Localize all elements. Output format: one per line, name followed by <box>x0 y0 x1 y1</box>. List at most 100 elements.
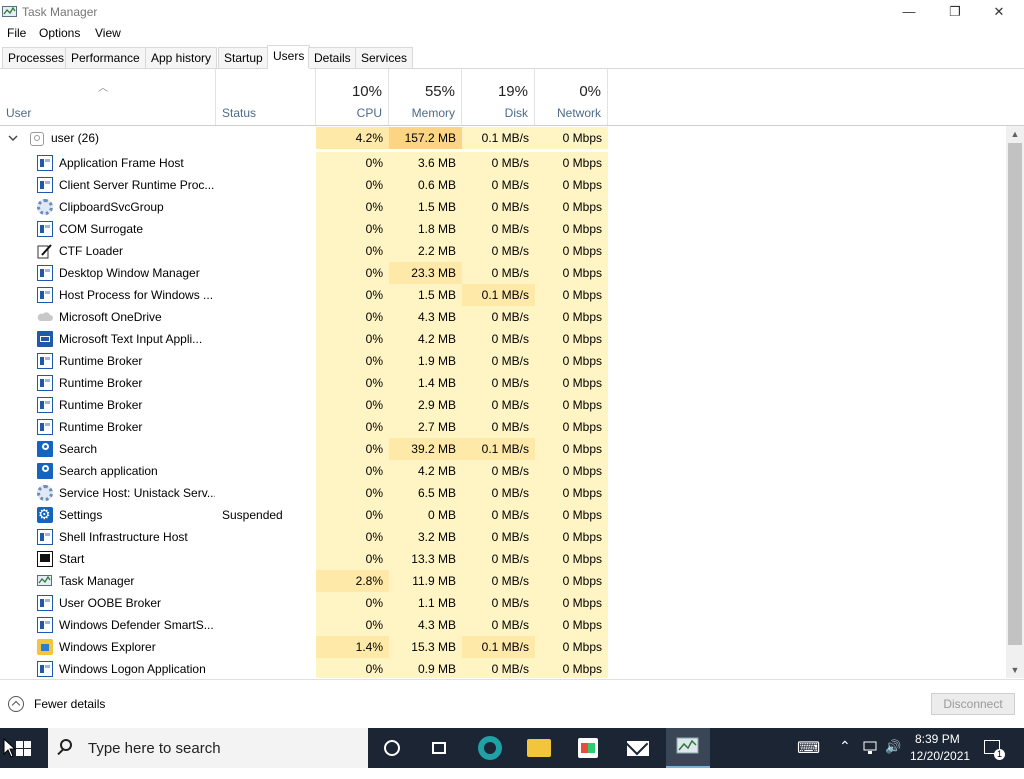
scroll-up-icon[interactable]: ▲ <box>1006 126 1024 142</box>
process-status <box>222 218 312 240</box>
process-row[interactable]: User OOBE Broker 0% 1.1 MB 0 MB/s 0 Mbps <box>0 592 1006 614</box>
mail-icon[interactable] <box>627 741 649 756</box>
process-disk: 0 MB/s <box>462 482 535 504</box>
scroll-down-icon[interactable]: ▼ <box>1006 662 1024 678</box>
fewer-details-link[interactable]: Fewer details <box>34 697 105 711</box>
process-name: ClipboardSvcGroup <box>59 200 164 214</box>
column-memory[interactable]: 55% Memory <box>389 69 462 125</box>
process-name: Windows Explorer <box>59 640 156 654</box>
process-cpu: 0% <box>316 196 389 218</box>
process-cpu: 0% <box>316 548 389 570</box>
process-window-icon <box>37 617 53 633</box>
process-folder-icon <box>37 639 53 655</box>
close-button[interactable]: ✕ <box>976 0 1022 24</box>
process-row[interactable]: Windows Logon Application 0% 0.9 MB 0 MB/s 0… <box>0 658 1006 678</box>
scroll-thumb[interactable] <box>1008 143 1022 645</box>
chevron-down-icon[interactable] <box>8 127 20 152</box>
process-window-icon <box>37 221 53 237</box>
process-row[interactable]: Runtime Broker 0% 1.4 MB 0 MB/s 0 Mbps <box>0 372 1006 394</box>
minimize-button[interactable]: — <box>886 0 932 24</box>
process-row[interactable]: Microsoft Text Input Appli... 0% 4.2 MB 0 M… <box>0 328 1006 350</box>
process-gear-icon <box>37 485 53 501</box>
process-disk: 0 MB/s <box>462 152 535 174</box>
chevron-up-circle-icon[interactable] <box>8 696 24 712</box>
clock-time[interactable]: 8:39 PM <box>915 732 960 746</box>
process-window-icon <box>37 529 53 545</box>
process-network: 0 Mbps <box>535 372 608 394</box>
process-row[interactable]: Search 0% 39.2 MB 0.1 MB/s 0 Mbps <box>0 438 1006 460</box>
process-row[interactable]: ClipboardSvcGroup 0% 1.5 MB 0 MB/s 0 Mbps <box>0 196 1006 218</box>
user-memory: 157.2 MB <box>389 127 462 149</box>
tab-services[interactable]: Services <box>355 47 414 68</box>
user-cpu: 4.2% <box>316 127 389 149</box>
process-row[interactable]: CTF Loader 0% 2.2 MB 0 MB/s 0 Mbps <box>0 240 1006 262</box>
process-row[interactable]: Microsoft OneDrive 0% 4.3 MB 0 MB/s 0 Mbps <box>0 306 1006 328</box>
edge-browser-icon[interactable] <box>478 736 502 760</box>
process-disk: 0 MB/s <box>462 548 535 570</box>
memory-total-percent: 55% <box>424 83 455 100</box>
keyboard-icon[interactable]: ⌨ <box>797 738 820 778</box>
tab-app-history[interactable]: App history <box>145 47 218 68</box>
clock-date[interactable]: 12/20/2021 <box>910 749 970 763</box>
process-status <box>222 306 312 328</box>
microsoft-store-icon[interactable] <box>578 738 598 758</box>
process-disk: 0 MB/s <box>462 174 535 196</box>
taskbar-search-box[interactable]: Type here to search <box>48 728 368 768</box>
disconnect-button[interactable]: Disconnect <box>931 693 1015 715</box>
process-network: 0 Mbps <box>535 416 608 438</box>
process-row[interactable]: Runtime Broker 0% 2.7 MB 0 MB/s 0 Mbps <box>0 416 1006 438</box>
process-row[interactable]: Start 0% 13.3 MB 0 MB/s 0 Mbps <box>0 548 1006 570</box>
process-row[interactable]: Runtime Broker 0% 1.9 MB 0 MB/s 0 Mbps <box>0 350 1006 372</box>
process-row[interactable]: Application Frame Host 0% 3.6 MB 0 MB/s 0 Mb… <box>0 152 1006 174</box>
process-row[interactable]: Windows Defender SmartS... 0% 4.3 MB 0 MB/s… <box>0 614 1006 636</box>
process-row[interactable]: COM Surrogate 0% 1.8 MB 0 MB/s 0 Mbps <box>0 218 1006 240</box>
column-disk[interactable]: 19% Disk <box>462 69 535 125</box>
tab-details[interactable]: Details <box>308 47 357 68</box>
process-status <box>222 482 312 504</box>
tab-startup[interactable]: Startup <box>218 47 269 68</box>
menu-options[interactable]: Options <box>39 26 80 40</box>
column-cpu[interactable]: 10% CPU <box>316 69 389 125</box>
file-explorer-icon[interactable] <box>527 739 551 757</box>
column-network[interactable]: 0% Network <box>535 69 608 125</box>
process-network: 0 Mbps <box>535 548 608 570</box>
process-keyboard-icon <box>37 331 53 347</box>
process-status <box>222 636 312 658</box>
process-window-icon <box>37 177 53 193</box>
tab-processes[interactable]: Processes <box>2 47 71 68</box>
column-status[interactable]: Status <box>216 69 316 125</box>
process-name: Shell Infrastructure Host <box>59 530 188 544</box>
menu-view[interactable]: View <box>95 26 121 40</box>
process-row[interactable]: Search application 0% 4.2 MB 0 MB/s 0 Mbps <box>0 460 1006 482</box>
column-user[interactable]: ︿ User <box>0 69 216 125</box>
process-row[interactable]: Client Server Runtime Proc... 0% 0.6 MB 0 M… <box>0 174 1006 196</box>
process-row[interactable]: Windows Explorer 1.4% 15.3 MB 0.1 MB/s 0 Mbp… <box>0 636 1006 658</box>
task-view-icon[interactable] <box>432 742 446 754</box>
task-manager-taskbar-button[interactable] <box>666 728 710 768</box>
vertical-scrollbar[interactable]: ▲ ▼ <box>1006 126 1024 678</box>
process-row[interactable]: Host Process for Windows ... 0% 1.5 MB 0.1 … <box>0 284 1006 306</box>
process-cpu: 0% <box>316 152 389 174</box>
user-row[interactable]: user (26) 4.2% 157.2 MB 0.1 MB/s 0 Mbps <box>0 127 1006 149</box>
tab-performance[interactable]: Performance <box>65 47 146 68</box>
network-icon[interactable] <box>862 740 880 756</box>
process-row[interactable]: Task Manager 2.8% 11.9 MB 0 MB/s 0 Mbps <box>0 570 1006 592</box>
menu-file[interactable]: File <box>7 26 26 40</box>
speaker-icon[interactable]: 🔊 <box>885 739 901 779</box>
chevron-up-icon[interactable]: ⌃ <box>839 738 851 778</box>
process-row[interactable]: Desktop Window Manager 0% 23.3 MB 0 MB/s 0 M… <box>0 262 1006 284</box>
process-row[interactable]: Runtime Broker 0% 2.9 MB 0 MB/s 0 Mbps <box>0 394 1006 416</box>
process-disk: 0 MB/s <box>462 306 535 328</box>
cortana-icon[interactable] <box>384 740 400 756</box>
process-row[interactable]: Shell Infrastructure Host 0% 3.2 MB 0 MB/s 0… <box>0 526 1006 548</box>
process-network: 0 Mbps <box>535 174 608 196</box>
process-memory: 2.2 MB <box>389 240 462 262</box>
maximize-button[interactable]: ❐ <box>932 0 978 24</box>
process-network: 0 Mbps <box>535 504 608 526</box>
process-name: Microsoft Text Input Appli... <box>59 332 203 346</box>
process-name: Runtime Broker <box>59 354 143 368</box>
process-row[interactable]: Settings Suspended 0%0 MB0 MB/s0 Mbps <box>0 504 1006 526</box>
tab-users[interactable]: Users <box>267 45 311 69</box>
process-row[interactable]: Service Host: Unistack Serv... 0% 6.5 MB 0 … <box>0 482 1006 504</box>
column-disk-label: Disk <box>504 106 528 120</box>
